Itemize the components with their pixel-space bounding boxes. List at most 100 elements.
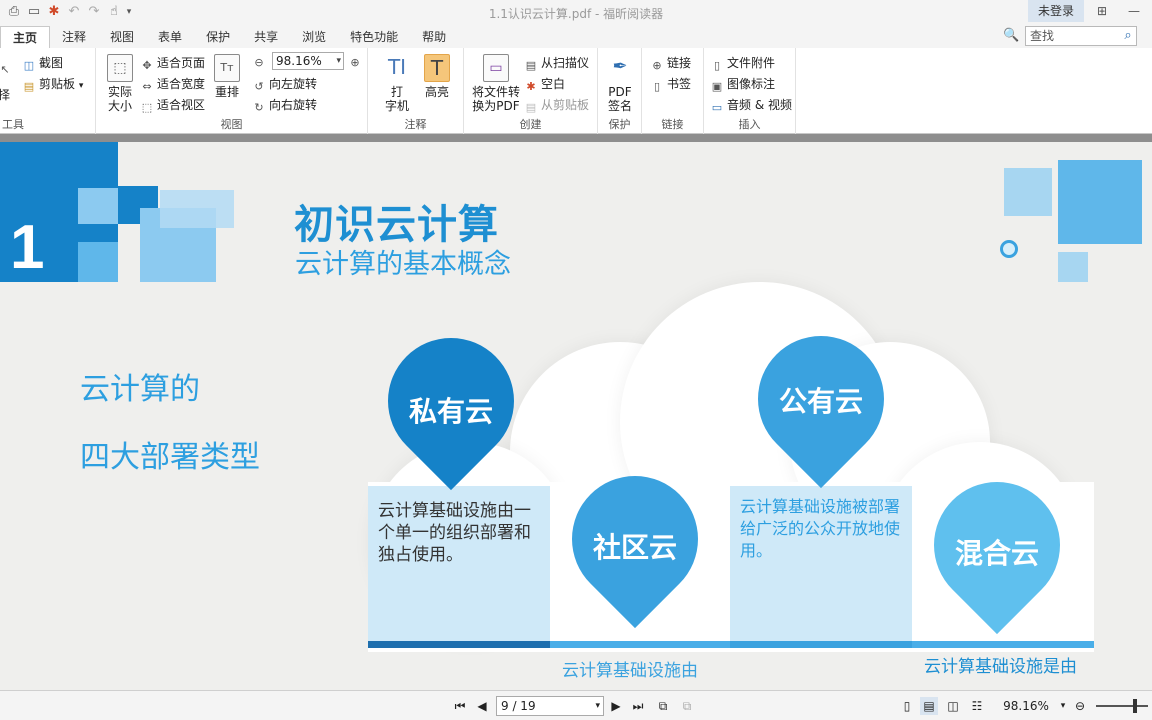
- tab-features[interactable]: 特色功能: [338, 26, 410, 48]
- next-view-icon[interactable]: ⧉: [678, 697, 696, 715]
- view-group: ⬚ 实际 大小 ✥ 适合页面 ⇔ 适合宽度 ⬚ 适合视区 Tт 重排 ⊖ 98.16% ▾…: [96, 48, 368, 134]
- link-group: ⊕ 链接 ▯ 书签 链接: [642, 48, 704, 134]
- find-folder-icon[interactable]: 🔍: [1003, 28, 1021, 44]
- zoom-dropdown-icon[interactable]: ▾: [1058, 697, 1068, 715]
- from-clipboard-button[interactable]: ▤ 从剪贴板: [524, 96, 589, 115]
- public-cloud-label: 公有云: [778, 385, 863, 418]
- chevron-down-icon: ▾: [595, 701, 600, 711]
- tab-share[interactable]: 共享: [242, 26, 290, 48]
- private-cloud-desc: 云计算基础设施由一个单一的组织部署和独占使用。: [378, 501, 531, 565]
- create-group-label: 创建: [519, 118, 542, 131]
- chapter-number: 1: [10, 213, 45, 282]
- actual-size-button[interactable]: ⬚ 实际 大小: [102, 54, 138, 113]
- facing-page-icon[interactable]: ◫: [944, 697, 962, 715]
- video-icon: ▭: [711, 101, 723, 114]
- zoom-select[interactable]: 98.16% ▾: [272, 52, 344, 70]
- menu-tabs: 主页 注释 视图 表单 保护 共享 浏览 特色功能 帮助: [0, 26, 1152, 48]
- scanner-icon: ▤: [525, 59, 537, 72]
- single-page-icon[interactable]: ▯: [898, 697, 916, 715]
- login-button[interactable]: 未登录: [1028, 0, 1084, 22]
- protect-group-label: 保护: [608, 118, 631, 131]
- typewriter-button[interactable]: TI 打字机: [382, 54, 412, 113]
- link-button[interactable]: ⊕ 链接: [650, 54, 691, 73]
- community-cloud-label: 社区云: [592, 531, 677, 564]
- zoom-level: 98.16%: [1003, 699, 1049, 713]
- prev-view-icon[interactable]: ⧉: [654, 697, 672, 715]
- side-title-line1: 云计算的: [80, 372, 200, 407]
- blank-button[interactable]: ✱ 空白: [524, 75, 565, 94]
- continuous-page-icon[interactable]: ▤: [920, 697, 938, 715]
- first-page-icon[interactable]: ⏮: [452, 697, 468, 715]
- previous-page-icon[interactable]: ◀: [474, 697, 490, 715]
- fit-page-button[interactable]: ✥ 适合页面: [140, 54, 205, 73]
- zoom-slider[interactable]: [1096, 705, 1148, 707]
- screenshot-button[interactable]: ◫ 截图: [22, 54, 63, 73]
- image-annotation-button[interactable]: ▣ 图像标注: [710, 75, 775, 94]
- clipboard-icon: ▤: [525, 101, 537, 114]
- panel-bar: [550, 641, 730, 648]
- zoom-out-icon[interactable]: ⊖: [252, 53, 269, 70]
- create-group: ▭ 将文件转 换为PDF ▤ 从扫描仪 ✱ 空白 ▤ 从剪贴板 创建: [464, 48, 598, 134]
- annotation-group-label: 注释: [404, 118, 427, 131]
- select-tool-label[interactable]: 择: [0, 86, 10, 103]
- tab-view[interactable]: 视图: [98, 26, 146, 48]
- tab-browse[interactable]: 浏览: [290, 26, 338, 48]
- tab-home[interactable]: 主页: [0, 26, 51, 48]
- highlight-button[interactable]: T 高亮: [422, 54, 452, 99]
- continuous-facing-icon[interactable]: ☷: [968, 697, 986, 715]
- slide-subtitle: 云计算的基本概念: [295, 249, 511, 280]
- reflow-button[interactable]: Tт 重排: [212, 54, 242, 99]
- search-icon[interactable]: ⌕: [1118, 26, 1138, 46]
- tab-form[interactable]: 表单: [146, 26, 194, 48]
- private-cloud-label: 私有云: [408, 395, 493, 428]
- blank-page-icon: ✱: [526, 80, 536, 93]
- bookmark-button[interactable]: ▯ 书签: [650, 75, 691, 94]
- grid-menu-icon[interactable]: ⊞: [1092, 2, 1112, 20]
- fit-width-button[interactable]: ⇔ 适合宽度: [140, 75, 205, 94]
- pdf-sign-button[interactable]: ✒ PDF 签名: [604, 54, 636, 113]
- zoom-out-icon[interactable]: ⊖: [1072, 697, 1088, 715]
- tab-protect[interactable]: 保护: [194, 26, 242, 48]
- deco-square: [78, 188, 118, 224]
- protect-group: ✒ PDF 签名 保护: [598, 48, 642, 134]
- highlight-icon: T: [424, 54, 450, 82]
- loading-spinner-icon: [1000, 240, 1018, 258]
- public-cloud-desc: 云计算基础设施被部署给广泛的公众开放地使用。: [740, 497, 901, 560]
- annotation-group: TI 打字机 T 高亮 注释: [368, 48, 464, 134]
- attachment-icon: ▯: [713, 59, 721, 72]
- ribbon: ↖ 择 ◫ 截图 ▤ 剪贴板 ▾ 工具 ⬚ 实际 大小 ✥ 适合页面 ⇔ 适合宽度 ⬚ 适合…: [0, 48, 1152, 134]
- page-number-input[interactable]: 9 / 19 ▾: [496, 696, 604, 716]
- file-attachment-button[interactable]: ▯ 文件附件: [710, 54, 775, 73]
- view-group-label: 视图: [220, 118, 243, 131]
- tab-comment[interactable]: 注释: [50, 26, 98, 48]
- audio-video-button[interactable]: ▭ 音频 & 视频: [710, 96, 792, 115]
- globe-link-icon: ⊕: [652, 59, 662, 72]
- document-page[interactable]: 1 初识云计算 云计算的基本概念 云计算的 四大部署类型 云计算基础设施由一个单…: [0, 142, 1152, 690]
- convert-to-pdf-button[interactable]: ▭ 将文件转 换为PDF: [468, 54, 524, 113]
- zoom-in-icon[interactable]: ⊕: [348, 53, 365, 70]
- convert-file-icon: ▭: [483, 54, 509, 82]
- fit-visible-icon: ⬚: [141, 101, 153, 114]
- ribbon-divider: [0, 134, 1152, 142]
- minimize-icon[interactable]: —: [1124, 2, 1144, 20]
- insert-group-label: 插入: [738, 118, 761, 131]
- rotate-left-icon: ↺: [254, 80, 264, 93]
- rotate-right-button[interactable]: ↻ 向右旋转: [252, 96, 317, 115]
- tools-group: ↖ 择 ◫ 截图 ▤ 剪贴板 ▾ 工具: [0, 48, 96, 134]
- link-group-label: 链接: [661, 118, 684, 131]
- clipboard-button[interactable]: ▤ 剪贴板 ▾: [22, 75, 84, 94]
- panel-bar: [730, 641, 912, 648]
- select-tool-icon[interactable]: ↖: [0, 60, 15, 77]
- pen-sign-icon: ✒: [612, 56, 628, 77]
- rotate-right-icon: ↻: [254, 101, 264, 114]
- zoom-slider-handle[interactable]: [1133, 699, 1137, 713]
- deco-square: [1058, 160, 1142, 244]
- rotate-left-button[interactable]: ↺ 向左旋转: [252, 75, 317, 94]
- camera-icon: ◫: [23, 59, 35, 72]
- tab-help[interactable]: 帮助: [410, 26, 458, 48]
- fit-visible-button[interactable]: ⬚ 适合视区: [140, 96, 205, 115]
- from-scanner-button[interactable]: ▤ 从扫描仪: [524, 54, 589, 73]
- chevron-down-icon: ▾: [336, 56, 341, 66]
- next-page-icon[interactable]: ▶: [608, 697, 624, 715]
- last-page-icon[interactable]: ⏭: [630, 697, 646, 715]
